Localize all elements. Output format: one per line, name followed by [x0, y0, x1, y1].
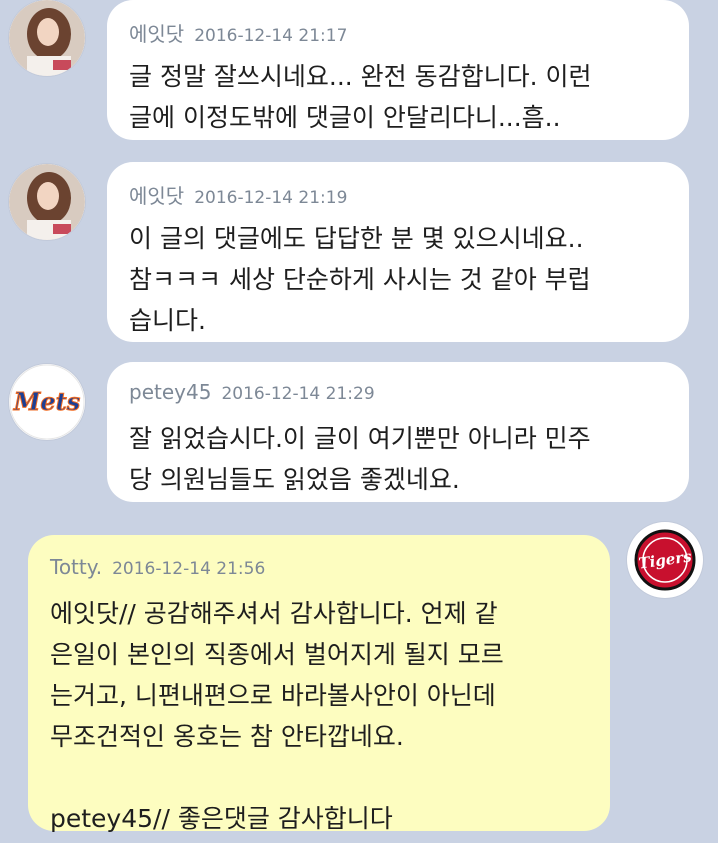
timestamp: 2016-12-14 21:56 — [112, 559, 266, 579]
mets-logo-icon: Mets — [9, 364, 85, 440]
author-name[interactable]: 에잇닷 — [129, 180, 184, 209]
comment-bubble: petey45 2016-12-14 21:29 잘 읽었습시다.이 글이 여기… — [107, 362, 689, 502]
comment-text: 이 글의 댓글에도 답답한 분 몇 있으시네요.. 참ㅋㅋㅋ 세상 단순하게 사… — [129, 224, 591, 335]
timestamp: 2016-12-14 21:17 — [194, 26, 348, 46]
timestamp: 2016-12-14 21:29 — [221, 384, 375, 404]
mets-logo-text: Mets — [13, 387, 81, 416]
avatar[interactable]: Mets — [9, 364, 85, 440]
author-name[interactable]: petey45 — [129, 380, 211, 404]
avatar[interactable] — [9, 164, 85, 240]
author-name[interactable]: Totty. — [50, 555, 102, 579]
user-photo-icon — [9, 164, 85, 240]
comment-text: 글 정말 잘쓰시네요... 완전 동감합니다. 이런 글에 이정도밖에 댓글이 … — [129, 62, 592, 132]
avatar[interactable] — [9, 0, 85, 76]
comment-text: 에잇닷// 공감해주셔서 감사합니다. 언제 같 은일이 본인의 직종에서 벌어… — [50, 599, 504, 833]
comment-bubble: 에잇닷 2016-12-14 21:17 글 정말 잘쓰시네요... 완전 동감… — [107, 0, 689, 140]
user-photo-icon — [9, 0, 85, 76]
timestamp: 2016-12-14 21:19 — [194, 188, 348, 208]
comment-bubble: Totty. 2016-12-14 21:56 에잇닷// 공감해주셔서 감사합… — [28, 535, 610, 833]
author-name[interactable]: 에잇닷 — [129, 18, 184, 47]
avatar[interactable]: Tigers — [627, 522, 703, 598]
comment-bubble: 에잇닷 2016-12-14 21:19 이 글의 댓글에도 답답한 분 몇 있… — [107, 162, 689, 342]
comment-text: 잘 읽었습시다.이 글이 여기뿐만 아니라 민주 당 의원님들도 읽었음 좋겠네… — [129, 424, 591, 494]
tigers-logo-icon: Tigers — [628, 523, 702, 597]
